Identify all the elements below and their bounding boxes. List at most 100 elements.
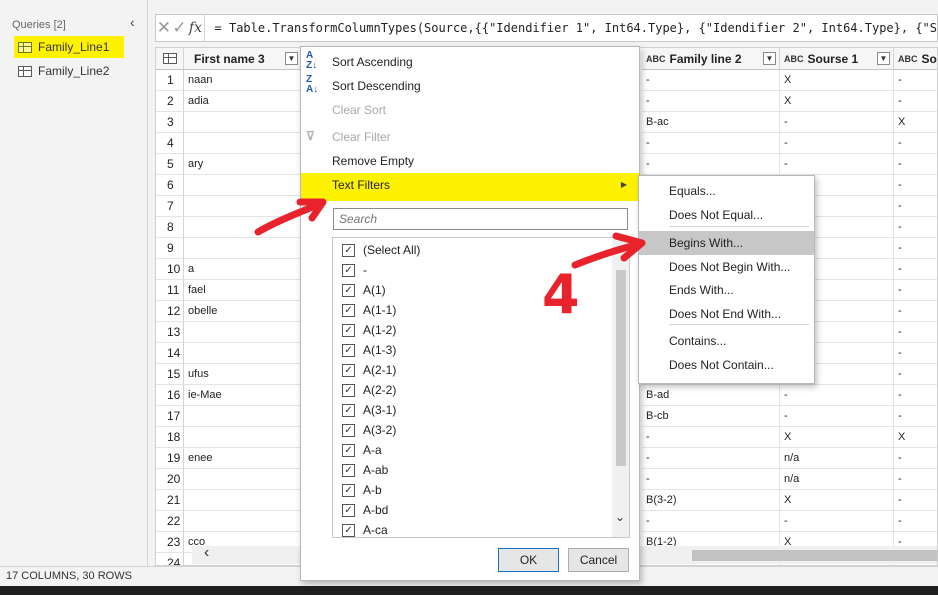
cell-first-name[interactable]: obelle [184, 301, 302, 322]
row-number[interactable]: 6 [156, 175, 184, 196]
cell-sou[interactable]: - [894, 511, 937, 532]
cell-family-line[interactable]: - [642, 70, 780, 91]
text-filters-item[interactable]: Text Filters ▶ [301, 173, 639, 201]
cell-sourse[interactable]: X [780, 490, 894, 511]
row-number[interactable]: 19 [156, 448, 184, 469]
row-number[interactable]: 5 [156, 154, 184, 175]
cell-family-line[interactable]: - [642, 427, 780, 448]
clear-filter-item[interactable]: ⊽ Clear Filter [301, 126, 639, 148]
cell-family-line[interactable]: - [642, 133, 780, 154]
cell-sou[interactable]: X [894, 427, 937, 448]
checkbox-checked-icon[interactable]: ✓ [342, 403, 355, 417]
clear-sort-item[interactable]: Clear Sort [301, 99, 639, 121]
vertical-scrollbar[interactable]: ⌄ [612, 238, 629, 537]
row-number[interactable]: 14 [156, 343, 184, 364]
text-filter-option[interactable]: Ends With... [639, 278, 814, 302]
cell-sou[interactable]: - [894, 259, 937, 280]
cell-sourse[interactable]: - [780, 385, 894, 406]
cell-family-line[interactable]: - [642, 448, 780, 469]
sort-descending-item[interactable]: Z A↓ Sort Descending [301, 75, 639, 97]
text-filter-option[interactable]: Does Not Equal... [639, 203, 814, 227]
row-number[interactable]: 17 [156, 406, 184, 427]
cell-first-name[interactable] [184, 217, 302, 238]
checkbox-checked-icon[interactable]: ✓ [342, 383, 355, 397]
cell-sou[interactable]: - [894, 91, 937, 112]
cell-first-name[interactable] [184, 343, 302, 364]
chevron-down-icon[interactable]: ▼ [877, 52, 890, 65]
row-number[interactable]: 2 [156, 91, 184, 112]
filter-value-item[interactable]: ✓ A(1-3) [333, 340, 613, 360]
text-filter-option[interactable]: Does Not Contain... [639, 353, 814, 377]
row-number[interactable]: 12 [156, 301, 184, 322]
formula-input[interactable]: = Table.TransformColumnTypes(Source,{{"I… [205, 21, 937, 35]
cell-family-line[interactable]: B-ad [642, 385, 780, 406]
cell-sourse[interactable]: X [780, 70, 894, 91]
filter-value-item[interactable]: ✓ A(1-2) [333, 320, 613, 340]
cell-first-name[interactable] [184, 196, 302, 217]
row-number[interactable]: 9 [156, 238, 184, 259]
filter-value-item[interactable]: ✓ - [333, 260, 613, 280]
row-number[interactable]: 4 [156, 133, 184, 154]
text-filter-option[interactable]: Equals... [639, 179, 814, 203]
row-number[interactable]: 20 [156, 469, 184, 490]
cell-sourse[interactable]: - [780, 154, 894, 175]
cell-family-line[interactable]: - [642, 511, 780, 532]
text-filter-option[interactable]: Does Not Begin With... [639, 255, 814, 279]
cell-sou[interactable]: - [894, 343, 937, 364]
filter-value-item[interactable]: ✓ A-a [333, 440, 613, 460]
cell-first-name[interactable] [184, 112, 302, 133]
row-number[interactable]: 10 [156, 259, 184, 280]
cell-first-name[interactable] [184, 490, 302, 511]
cell-first-name[interactable] [184, 175, 302, 196]
cell-sou[interactable]: - [894, 238, 937, 259]
checkbox-checked-icon[interactable]: ✓ [342, 323, 355, 337]
cell-sourse[interactable]: - [780, 112, 894, 133]
collapse-pane-icon[interactable]: ‹ [130, 14, 135, 30]
cell-sourse[interactable]: - [780, 511, 894, 532]
cell-sou[interactable]: - [894, 133, 937, 154]
cell-sou[interactable]: - [894, 322, 937, 343]
checkbox-checked-icon[interactable]: ✓ [342, 263, 355, 277]
filter-value-item[interactable]: ✓ A-bd [333, 500, 613, 520]
cell-first-name[interactable]: ufus [184, 364, 302, 385]
text-filter-option[interactable]: Does Not End With... [639, 302, 814, 326]
filter-value-item[interactable]: ✓ A-ca [333, 520, 613, 537]
cell-sourse[interactable]: - [780, 406, 894, 427]
text-type-icon[interactable]: ABC [784, 54, 804, 63]
query-item-family-line1[interactable]: Family_Line1 [14, 36, 124, 58]
text-filter-option[interactable]: Contains... [639, 329, 814, 353]
cell-first-name[interactable]: naan [184, 70, 302, 91]
row-number[interactable]: 8 [156, 217, 184, 238]
row-number[interactable]: 1 [156, 70, 184, 91]
row-number[interactable]: 18 [156, 427, 184, 448]
cell-first-name[interactable]: ie-Mae [184, 385, 302, 406]
cell-first-name[interactable] [184, 469, 302, 490]
scroll-left-icon[interactable]: ‹ [204, 544, 209, 562]
column-header-sou[interactable]: ABC Sou [894, 48, 937, 70]
cell-first-name[interactable] [184, 427, 302, 448]
cell-first-name[interactable] [184, 511, 302, 532]
sort-ascending-item[interactable]: A Z↓ Sort Ascending [301, 51, 639, 73]
remove-empty-item[interactable]: Remove Empty [301, 150, 639, 172]
row-number[interactable]: 15 [156, 364, 184, 385]
cell-sou[interactable]: - [894, 196, 937, 217]
filter-value-item[interactable]: ✓ A-b [333, 480, 613, 500]
scrollbar-thumb[interactable] [692, 550, 937, 561]
checkbox-checked-icon[interactable]: ✓ [342, 503, 355, 517]
cell-sou[interactable]: - [894, 448, 937, 469]
chevron-down-icon[interactable]: ▼ [763, 52, 776, 65]
cell-sourse[interactable]: X [780, 427, 894, 448]
row-number[interactable]: 21 [156, 490, 184, 511]
cell-sourse[interactable]: X [780, 91, 894, 112]
checkbox-checked-icon[interactable]: ✓ [342, 443, 355, 457]
filter-value-item[interactable]: ✓ A(3-2) [333, 420, 613, 440]
checkbox-checked-icon[interactable]: ✓ [342, 523, 355, 537]
cell-sou[interactable]: - [894, 364, 937, 385]
row-number[interactable]: 11 [156, 280, 184, 301]
cell-sou[interactable]: - [894, 70, 937, 91]
cell-sou[interactable]: - [894, 490, 937, 511]
cell-first-name[interactable]: enee [184, 448, 302, 469]
cell-family-line[interactable]: - [642, 154, 780, 175]
cell-first-name[interactable] [184, 133, 302, 154]
cell-first-name[interactable] [184, 322, 302, 343]
